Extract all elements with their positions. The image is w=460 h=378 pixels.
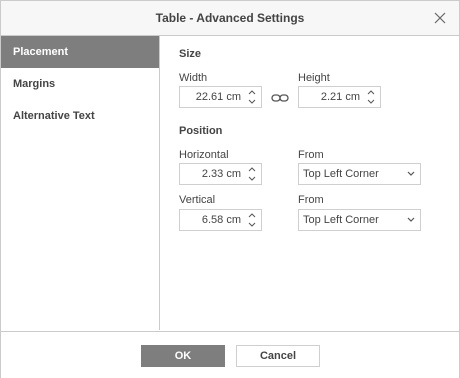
vertical-label: Vertical (179, 194, 216, 206)
close-icon (434, 12, 446, 24)
sidebar-item-margins[interactable]: Margins (1, 68, 159, 100)
advanced-settings-dialog: Table - Advanced Settings Placement Marg… (0, 0, 460, 378)
horizontal-arrows (246, 165, 258, 183)
sidebar-item-placement[interactable]: Placement (1, 36, 159, 68)
spin-up-icon[interactable] (246, 88, 258, 97)
dialog-titlebar: Table - Advanced Settings (1, 1, 459, 36)
sidebar: Placement Margins Alternative Text (1, 36, 160, 330)
horizontal-from-value: Top Left Corner (303, 168, 379, 180)
vertical-arrows (246, 211, 258, 229)
ok-button[interactable]: OK (141, 345, 225, 367)
placement-panel: Size Width 22.61 cm Height 2.21 cm Posit… (160, 36, 459, 330)
vertical-spinner[interactable]: 6.58 cm (179, 209, 262, 231)
cancel-button[interactable]: Cancel (236, 345, 320, 367)
spin-up-icon[interactable] (246, 165, 258, 174)
height-spinner[interactable]: 2.21 cm (298, 86, 381, 108)
chevron-down-icon (407, 171, 415, 176)
vertical-from-value: Top Left Corner (303, 214, 379, 226)
horizontal-spinner[interactable]: 2.33 cm (179, 163, 262, 185)
dialog-footer: OK Cancel (1, 331, 459, 378)
height-label: Height (298, 72, 330, 84)
spin-up-icon[interactable] (246, 211, 258, 220)
vertical-value: 6.58 cm (201, 214, 241, 226)
spin-down-icon[interactable] (365, 97, 377, 106)
width-value: 22.61 cm (195, 91, 241, 103)
link-icon[interactable] (271, 92, 289, 104)
height-value: 2.21 cm (320, 91, 360, 103)
vertical-from-select[interactable]: Top Left Corner (298, 209, 421, 231)
horizontal-from-label: From (298, 149, 324, 161)
horizontal-from-select[interactable]: Top Left Corner (298, 163, 421, 185)
width-arrows (246, 88, 258, 106)
spin-up-icon[interactable] (365, 88, 377, 97)
height-arrows (365, 88, 377, 106)
position-heading: Position (179, 125, 223, 137)
horizontal-label: Horizontal (179, 149, 229, 161)
chevron-down-icon (407, 217, 415, 222)
horizontal-value: 2.33 cm (201, 168, 241, 180)
spin-down-icon[interactable] (246, 97, 258, 106)
sidebar-item-alternative-text[interactable]: Alternative Text (1, 100, 159, 132)
size-heading: Size (179, 48, 202, 60)
dialog-title: Table - Advanced Settings (155, 11, 305, 25)
close-button[interactable] (431, 9, 449, 27)
width-spinner[interactable]: 22.61 cm (179, 86, 262, 108)
width-label: Width (179, 72, 208, 84)
vertical-from-label: From (298, 194, 324, 206)
spin-down-icon[interactable] (246, 174, 258, 183)
spin-down-icon[interactable] (246, 220, 258, 229)
